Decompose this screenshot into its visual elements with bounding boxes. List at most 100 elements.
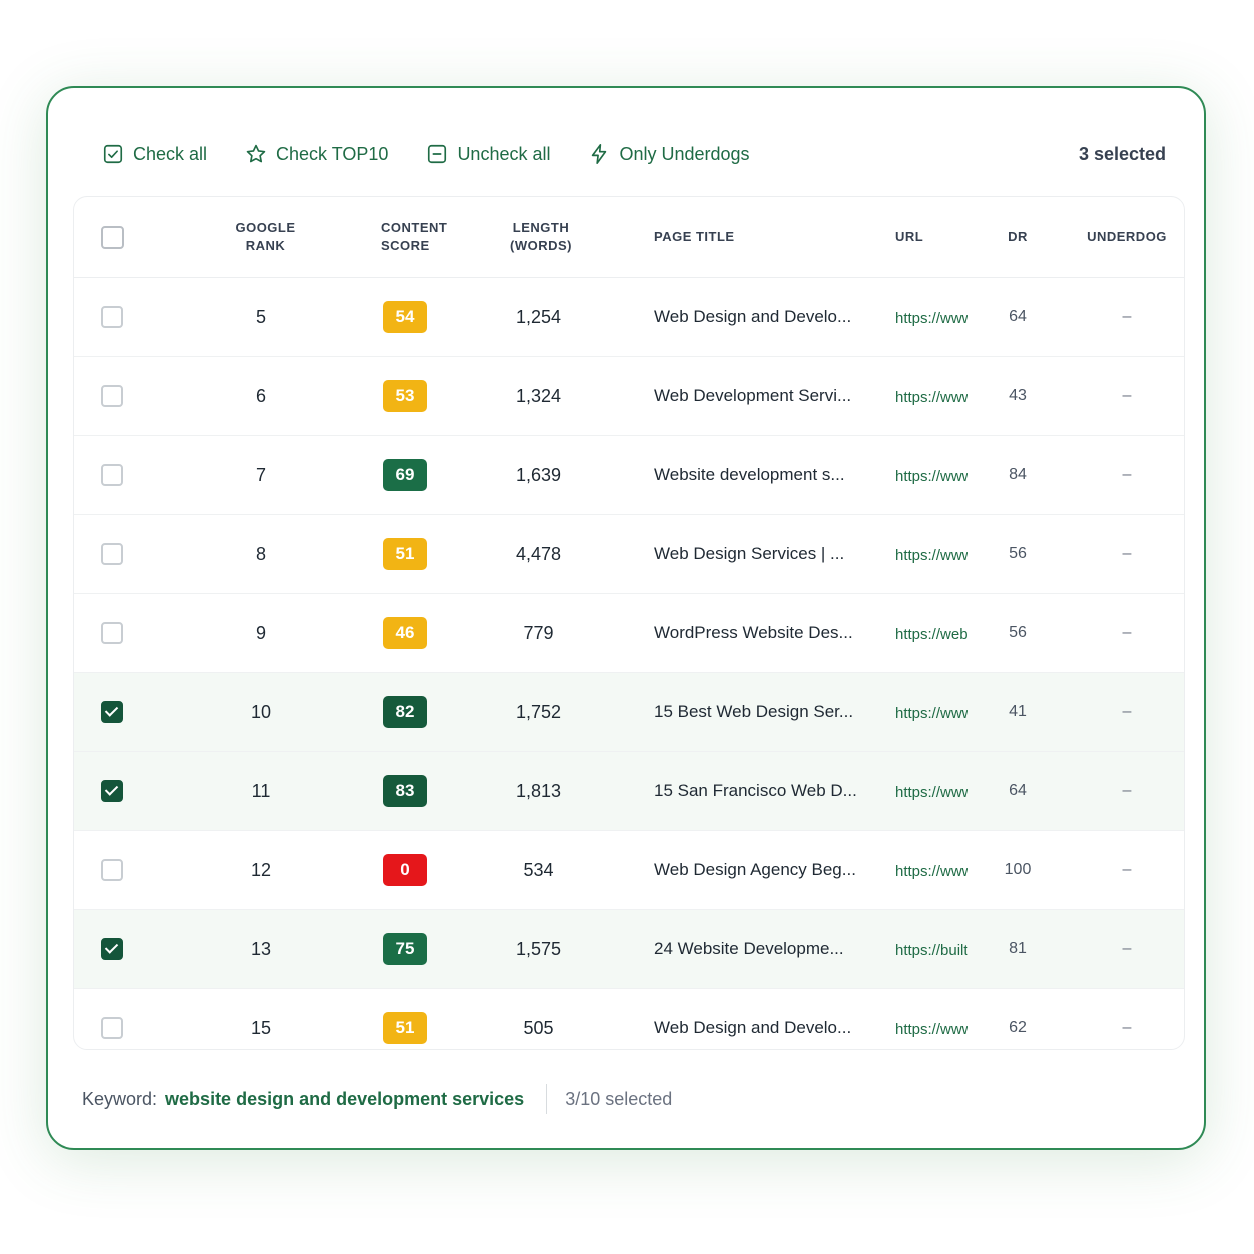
table-row[interactable]: 11 83 1,813 15 San Francisco Web D... https:… [74, 751, 1184, 831]
results-table-container: GOOGLE RANK CONTENT SCORE LENGTH (WORDS) PA… [73, 196, 1185, 1050]
content-score-cell: 53 [381, 356, 429, 436]
content-score-cell: 51 [381, 514, 429, 594]
google-rank: 8 [150, 514, 381, 594]
underdog-value: – [1068, 435, 1184, 515]
google-rank: 13 [150, 909, 381, 989]
col-content-score[interactable]: CONTENT SCORE [381, 197, 447, 278]
content-score-badge: 82 [383, 696, 427, 728]
row-checkbox[interactable] [101, 385, 123, 408]
row-checkbox[interactable] [101, 780, 123, 803]
col-underdog[interactable]: UNDERDOG [1068, 197, 1184, 278]
row-checkbox[interactable] [101, 464, 123, 487]
google-rank: 11 [150, 751, 381, 831]
url-cell: https://www.appnovation.com/s... [894, 356, 968, 436]
page-title: Web Development Servi... [653, 356, 894, 436]
row-select-cell [74, 593, 150, 673]
word-length: 1,324 [429, 356, 653, 436]
check-top10-button[interactable]: Check TOP10 [245, 143, 388, 165]
page-title: Web Design and Develo... [653, 277, 894, 357]
content-score-badge: 53 [383, 380, 427, 412]
url-link[interactable]: https://webdevstudios.com/ [895, 626, 968, 643]
url-link[interactable]: https://www.outerboxdesign.co... [895, 547, 968, 564]
star-icon [246, 144, 266, 163]
only-underdogs-button[interactable]: Only Underdogs [588, 143, 750, 165]
uncheck-all-button[interactable]: Uncheck all [426, 143, 550, 165]
table-row[interactable]: 5 54 1,254 Web Design and Develo... https://… [74, 277, 1184, 357]
row-checkbox[interactable] [101, 622, 123, 645]
table-row[interactable]: 6 53 1,324 Web Development Servi... https://… [74, 356, 1184, 436]
page-title: Web Design Services | ... [653, 514, 894, 594]
content-score-cell: 51 [381, 989, 429, 1050]
underdog-value: – [1068, 909, 1184, 989]
row-checkbox[interactable] [101, 306, 123, 329]
col-page-title[interactable]: PAGE TITLE [653, 197, 894, 278]
url-link[interactable]: https://www.youtube.com/watc... [895, 863, 968, 880]
row-checkbox[interactable] [101, 938, 123, 961]
url-link[interactable]: https://builtin.com/articles/webs... [895, 942, 968, 959]
check-all-label: Check all [133, 143, 208, 164]
url-link[interactable]: https://www.fiverr.com/categori... [895, 468, 968, 485]
content-score-cell: 46 [381, 593, 429, 673]
uncheck-all-label: Uncheck all [457, 143, 551, 164]
table-row[interactable]: 13 75 1,575 24 Website Developme... https://… [74, 909, 1184, 989]
url-cell: https://www.builtinsf.com/articl... [894, 751, 968, 831]
row-select-cell [74, 356, 150, 436]
footer-selected-count: 3/10 selected [565, 1088, 673, 1109]
url-link[interactable]: https://www.wsiworld.com/our-s... [895, 310, 968, 327]
col-dr[interactable]: DR [968, 197, 1068, 278]
underdog-value: – [1068, 277, 1184, 357]
domain-rating: 100 [968, 830, 1068, 910]
url-cell: https://www.munro.agency/best... [894, 672, 968, 752]
domain-rating: 81 [968, 909, 1068, 989]
select-all-checkbox[interactable] [100, 225, 124, 249]
row-checkbox[interactable] [101, 1017, 123, 1040]
table-row[interactable]: 10 82 1,752 15 Best Web Design Ser... https:… [74, 672, 1184, 752]
lightning-icon [592, 144, 607, 164]
page-title: Website development s... [653, 435, 894, 515]
url-cell: https://www.wsiworld.com/our-s... [894, 277, 968, 357]
word-length: 505 [523, 1017, 554, 1038]
table-row[interactable]: 7 69 1,639 Website development s... https://… [74, 435, 1184, 515]
col-length[interactable]: LENGTH (WORDS) [429, 197, 653, 278]
content-score-badge: 0 [383, 854, 427, 886]
google-rank: 12 [150, 830, 381, 910]
row-checkbox[interactable] [101, 543, 123, 566]
check-top10-label: Check TOP10 [276, 143, 389, 164]
content-score-cell: 82 [381, 672, 429, 752]
word-length: 4,478 [429, 514, 653, 594]
row-checkbox[interactable] [101, 701, 123, 724]
table-row[interactable]: 9 46 779 WordPress Website Des... https://we… [74, 593, 1184, 673]
row-checkbox[interactable] [101, 859, 123, 882]
col-url[interactable]: URL [894, 197, 968, 278]
underdog-value: – [1068, 514, 1184, 594]
domain-rating: 43 [968, 356, 1068, 436]
word-length: 1,575 [429, 909, 653, 989]
select-all-header [74, 197, 150, 278]
content-score-cell: 75 [381, 909, 429, 989]
checkbox-checked-icon [103, 144, 123, 164]
url-link[interactable]: https://www.munro.agency/best... [895, 705, 968, 722]
col-google-rank[interactable]: GOOGLE RANK [150, 197, 381, 278]
content-score-badge: 46 [383, 617, 427, 649]
table-row[interactable]: 8 51 4,478 Web Design Services | ... https:/… [74, 514, 1184, 594]
domain-rating: 64 [968, 277, 1068, 357]
only-underdogs-label: Only Underdogs [619, 143, 750, 164]
row-select-cell [74, 909, 150, 989]
page-title: 15 Best Web Design Ser... [653, 672, 894, 752]
url-cell: https://webdevstudios.com/ [894, 593, 968, 673]
row-select-cell [74, 277, 150, 357]
word-length: 1,254 [429, 277, 653, 357]
table-row[interactable]: 12 0 534 Web Design Agency Beg... https://ww… [74, 830, 1184, 910]
page-title: Web Design Agency Beg... [653, 830, 894, 910]
url-link[interactable]: https://www.builtinsf.com/articl... [895, 784, 968, 801]
content-score-badge: 75 [383, 933, 427, 965]
domain-rating: 84 [968, 435, 1068, 515]
url-cell: https://www.youtube.com/watc... [894, 830, 968, 910]
domain-rating: 64 [968, 751, 1068, 831]
check-all-button[interactable]: Check all [102, 143, 207, 165]
url-link[interactable]: https://www.appnovation.com/s... [895, 389, 968, 406]
table-row[interactable]: 15 51 505 Web Design and Develo... https://w… [74, 989, 1184, 1050]
url-link[interactable]: https://www.orbitmedia.com/we... [895, 1021, 968, 1038]
word-length: 1,752 [429, 672, 653, 752]
domain-rating: 56 [968, 514, 1068, 594]
